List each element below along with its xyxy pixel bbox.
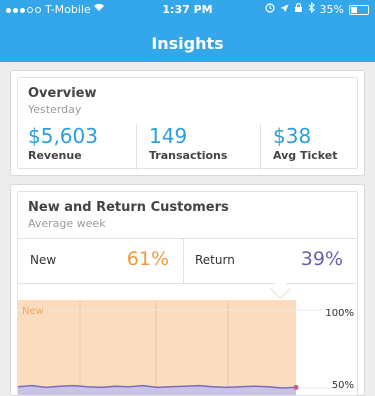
status-right: 35% [264,0,369,20]
location-icon [280,0,289,20]
customer-split-row: New 61% Return 39% [18,238,357,284]
customers-card[interactable]: New and Return Customers Average week Ne… [10,184,365,396]
transactions-value: 149 [149,124,188,148]
return-series-endpoint [293,384,299,390]
transactions-metric: 149 Transactions [136,124,227,170]
battery-percent: 35% [319,3,344,16]
overview-metrics: $5,603 Revenue 149 Transactions $38 Avg … [18,124,357,170]
new-series-area [18,300,296,395]
customers-title: New and Return Customers [28,200,229,215]
return-value: 39% [300,248,343,270]
overview-subtitle: Yesterday [28,103,82,116]
return-customers-tab[interactable]: Return 39% [183,239,357,283]
avg-ticket-metric: $38 Avg Ticket [260,124,338,170]
transactions-label: Transactions [149,149,228,162]
new-series-label: New [22,306,44,317]
revenue-value: $5,603 [28,124,98,148]
lock-rotation-icon [294,0,303,20]
alarm-icon [264,0,275,20]
avg-ticket-label: Avg Ticket [273,149,338,162]
new-value: 61% [126,248,169,270]
bluetooth-icon [308,0,315,20]
page-title: Insights [151,34,224,53]
return-label: Return [195,253,235,267]
overview-card[interactable]: Overview Yesterday $5,603 Revenue 149 Tr… [10,70,365,176]
tick-label-100: 100% [325,308,354,319]
revenue-label: Revenue [28,149,82,162]
customers-panel: New and Return Customers Average week Ne… [17,191,358,396]
overview-title: Overview [28,86,97,101]
customers-chart: New 100% 50% [18,300,357,395]
new-customers-tab[interactable]: New 61% [18,239,184,283]
customers-subtitle: Average week [28,217,106,230]
tick-label-50: 50% [332,380,354,391]
avg-ticket-value: $38 [273,124,312,148]
customers-chart-svg: New 100% 50% [18,300,357,395]
status-bar: T-Mobile 1:37 PM 35% [0,0,375,20]
new-label: New [30,253,57,267]
overview-panel: Overview Yesterday $5,603 Revenue 149 Tr… [17,77,358,170]
battery-icon [349,5,369,15]
revenue-metric: $5,603 Revenue [28,124,98,170]
app-header: T-Mobile 1:37 PM 35% Insights [0,0,375,62]
